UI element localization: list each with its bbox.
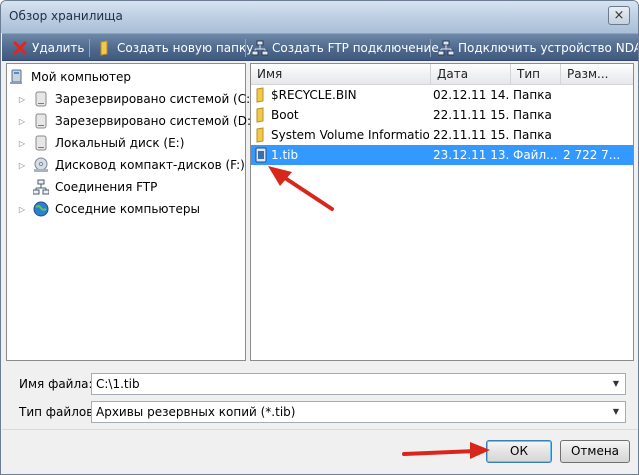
tree-item-network-computers[interactable]: ▷ Соседние компьютеры [17,198,200,220]
toolbar-separator [89,39,90,57]
tree-item-label: Зарезервировано системой (D:) [55,114,256,128]
column-header-type[interactable]: Тип [511,64,561,85]
file-size [563,105,633,125]
toolbar: Удалить Создать новую папку Создать FTP … [2,33,638,61]
create-ftp-button[interactable]: Создать FTP подключение [252,34,439,62]
dialog-button-bar: ОК Отмена [2,429,638,474]
file-type: Папка [513,108,552,122]
filename-input[interactable]: C:\1.tib ▼ [91,373,626,395]
file-date: 02.12.11 14... [433,88,509,102]
create-ftp-label: Создать FTP подключение [272,41,439,55]
filetype-select[interactable]: Архивы резервных копий (*.tib) ▼ [91,401,626,423]
my-computer-icon [9,69,25,85]
ndas-device-icon [438,40,454,56]
file-date: 23.12.11 13... [433,148,509,162]
delete-x-icon [12,40,28,56]
file-size: 2 722 7... [563,148,621,162]
file-name: 1.tib [271,148,299,162]
file-name: Boot [271,108,299,122]
file-name: System Volume Information [271,128,429,142]
folder-icon [255,87,269,103]
title-bar[interactable]: Обзор хранилища × [1,1,638,33]
tree-item-drive-e[interactable]: ▷ Локальный диск (E:) [17,132,184,154]
close-icon: × [613,8,625,23]
dropdown-arrow-icon[interactable]: ▼ [609,376,623,392]
cd-drive-icon [33,157,49,173]
tree-item-ftp-connections[interactable]: Соединения FTP [33,176,157,198]
file-date: 22.11.11 15... [433,108,509,122]
file-type: Папка [513,128,552,142]
tree-item-drive-c[interactable]: ▷ Зарезервировано системой (C:) [17,88,255,110]
tree-item-label: Дисковод компакт-дисков (F:) [55,158,245,172]
hard-drive-icon [33,135,49,151]
expand-chevron-icon[interactable]: ▷ [17,117,27,126]
expand-chevron-icon[interactable]: ▷ [17,139,27,148]
tree-item-my-computer[interactable]: Мой компьютер [9,66,131,88]
file-type: Файл... [513,148,558,162]
filetype-value: Архивы резервных копий (*.tib) [96,405,296,419]
new-folder-icon [97,40,113,56]
toolbar-separator [430,39,431,57]
tree-item-label: Зарезервировано системой (C:) [55,92,255,106]
expand-chevron-icon[interactable]: ▷ [17,95,27,104]
connect-ndas-button[interactable]: Подключить устройство NDAS [438,34,639,62]
column-header-name[interactable]: Имя [251,64,431,85]
table-row-selected[interactable]: 1.tib 23.12.11 13... Файл... 2 722 7... [251,145,633,165]
folder-icon [255,127,269,143]
tree-item-label: Локальный диск (E:) [55,136,185,150]
archive-file-icon [255,147,269,163]
folder-tree: Мой компьютер ▷ Зарезервировано системой… [6,63,256,361]
storage-browse-dialog: Обзор хранилища × Удалить Создать новую … [0,0,639,475]
filename-value: C:\1.tib [96,377,140,391]
cancel-button[interactable]: Отмена [560,440,630,463]
close-button[interactable]: × [608,6,630,25]
expand-chevron-icon[interactable]: ▷ [17,161,27,170]
window-title: Обзор хранилища [9,9,123,23]
ftp-connection-icon [252,40,268,56]
network-icon [33,201,49,217]
folder-icon [255,107,269,123]
tree-item-drive-d[interactable]: ▷ Зарезервировано системой (D:) [17,110,256,132]
hard-drive-icon [33,91,49,107]
new-folder-label: Создать новую папку [117,41,254,55]
file-size [563,85,633,105]
file-name: $RECYCLE.BIN [271,88,357,102]
filetype-label: Тип файлов: [19,405,98,419]
file-size [563,125,633,145]
table-row[interactable]: System Volume Information 22.11.11 15...… [251,125,633,145]
column-header-date[interactable]: Дата [431,64,511,85]
filename-label: Имя файла: [19,377,93,391]
file-list: Имя Дата Тип Разм... $RECYCLE.BIN 02.12.… [250,63,634,361]
tree-item-label: Мой компьютер [31,70,131,84]
toolbar-separator [245,39,246,57]
file-type: Папка [513,88,552,102]
new-folder-button[interactable]: Создать новую папку [97,34,253,62]
connect-ndas-label: Подключить устройство NDAS [458,41,639,55]
ftp-icon [33,179,49,195]
tree-item-label: Соседние компьютеры [55,202,200,216]
hard-drive-icon [33,113,49,129]
table-row[interactable]: $RECYCLE.BIN 02.12.11 14... Папка [251,85,633,105]
delete-label: Удалить [32,41,85,55]
table-row[interactable]: Boot 22.11.11 15... Папка [251,105,633,125]
dropdown-arrow-icon[interactable]: ▼ [609,404,623,420]
file-date: 22.11.11 15... [433,128,509,142]
column-header-size[interactable]: Разм... [561,64,633,85]
expand-chevron-icon[interactable]: ▷ [17,205,27,214]
tree-item-cd-drive-f[interactable]: ▷ Дисковод компакт-дисков (F:) [17,154,245,176]
tree-item-label: Соединения FTP [55,180,158,194]
ok-button[interactable]: ОК [486,440,552,463]
delete-button[interactable]: Удалить [12,34,85,62]
